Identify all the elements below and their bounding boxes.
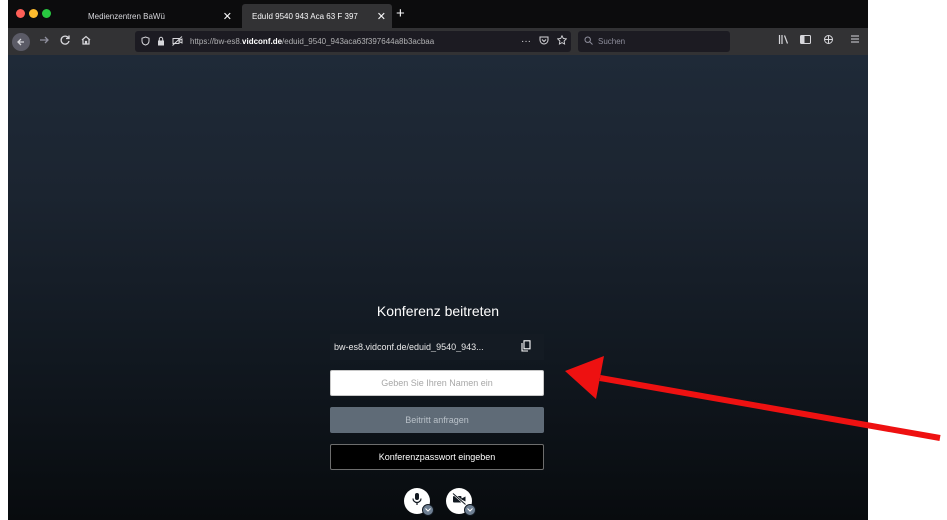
microphone-toggle-button[interactable] [404, 488, 434, 516]
url-path: /eduid_9540_943aca63f397644a8b3acbaa [282, 37, 435, 46]
bookmark-star-icon[interactable] [556, 34, 568, 48]
navigation-toolbar: https://bw-es8.vidconf.de/eduid_9540_943… [8, 28, 868, 55]
room-url-text: bw-es8.vidconf.de/eduid_9540_943... [334, 342, 484, 352]
home-icon[interactable] [80, 34, 92, 49]
tracking-protection-shield-icon[interactable] [141, 35, 150, 48]
window-close-button[interactable] [16, 9, 25, 18]
window-maximize-button[interactable] [42, 9, 51, 18]
request-join-button[interactable]: Beitritt anfragen [330, 407, 544, 433]
tab-title: Medienzentren BaWü [88, 11, 165, 21]
address-bar[interactable]: https://bw-es8.vidconf.de/eduid_9540_943… [135, 31, 571, 52]
camera-toggle-button[interactable] [446, 488, 476, 516]
tab-eduid-active[interactable]: EduId 9540 943 Aca 63 F 397 ✕ [242, 4, 392, 28]
library-icon[interactable] [778, 34, 789, 49]
lock-icon[interactable] [157, 36, 165, 48]
extension-icon[interactable] [823, 34, 834, 49]
window-minimize-button[interactable] [29, 9, 38, 18]
search-placeholder: Suchen [598, 37, 626, 46]
reload-icon[interactable] [59, 34, 71, 49]
url-prefix: https://bw-es8. [190, 37, 243, 46]
copy-icon[interactable] [518, 339, 534, 355]
tab-medienzentren[interactable]: Medienzentren BaWü ✕ [78, 4, 238, 28]
room-url-display: bw-es8.vidconf.de/eduid_9540_943... [330, 334, 544, 360]
page-actions-menu-icon[interactable]: ··· [521, 36, 531, 47]
enter-password-button[interactable]: Konferenzpasswort eingeben [330, 444, 544, 470]
conference-prejoin-page: Konferenz beitreten bw-es8.vidconf.de/ed… [8, 55, 868, 520]
search-icon [584, 36, 593, 47]
back-arrow-icon[interactable] [12, 33, 30, 51]
url-text[interactable]: https://bw-es8.vidconf.de/eduid_9540_943… [190, 37, 517, 46]
sidebar-toggle-icon[interactable] [800, 34, 811, 49]
tab-close-icon[interactable]: ✕ [223, 10, 232, 23]
page-title: Konferenz beitreten [376, 303, 500, 319]
tab-close-icon[interactable]: ✕ [377, 10, 386, 23]
microphone-options-chevron-icon[interactable] [422, 504, 434, 516]
pocket-icon[interactable] [539, 35, 549, 48]
camera-options-chevron-icon[interactable] [464, 504, 476, 516]
tab-title: EduId 9540 943 Aca 63 F 397 [252, 11, 358, 21]
search-bar[interactable]: Suchen [578, 31, 730, 52]
hamburger-menu-icon[interactable] [850, 34, 860, 48]
name-input[interactable] [330, 370, 544, 396]
tab-strip: Medienzentren BaWü ✕ EduId 9540 943 Aca … [8, 0, 868, 28]
new-tab-button[interactable]: + [396, 5, 405, 23]
browser-window: Medienzentren BaWü ✕ EduId 9540 943 Aca … [8, 0, 868, 520]
forward-arrow-icon[interactable] [38, 34, 50, 49]
url-host: vidconf.de [242, 37, 283, 46]
camera-microphone-permission-icon[interactable] [172, 35, 183, 48]
